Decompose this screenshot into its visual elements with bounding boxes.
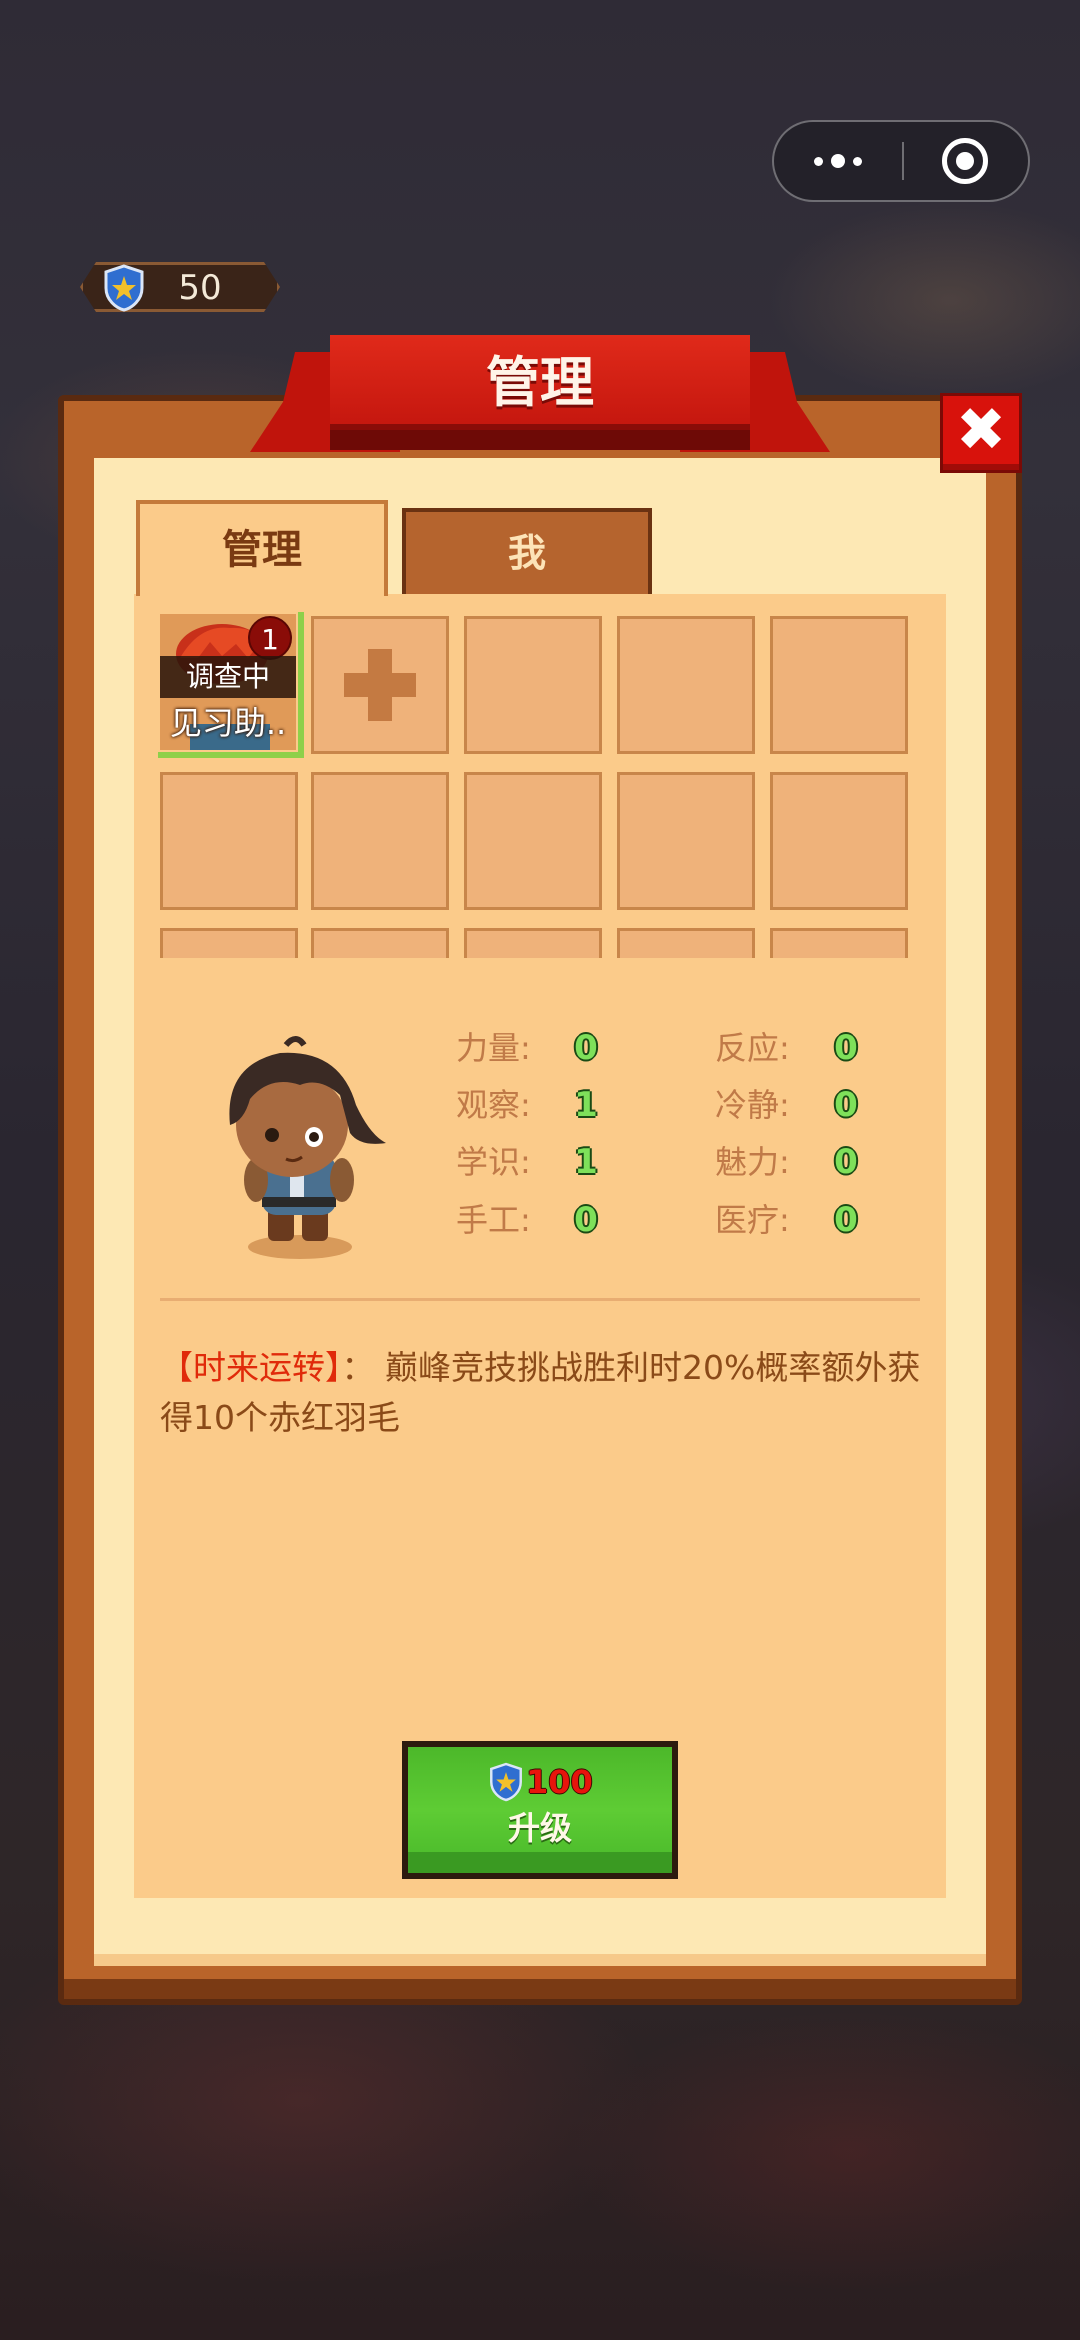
upgrade-label: 升级 (507, 1809, 572, 1847)
stat-value-charm: 0 (834, 1142, 858, 1182)
shield-star-icon (490, 1762, 522, 1802)
empty-slot[interactable] (160, 772, 298, 910)
stat-value-reaction: 0 (834, 1028, 858, 1068)
stat-value-knowledge: 1 (574, 1142, 598, 1182)
close-button[interactable]: ✖ (940, 393, 1022, 473)
more-dots-icon[interactable] (774, 122, 902, 200)
staff-grid: 1 调查中 见习助.. (158, 612, 918, 958)
stat-label-strength: 力量: (456, 1029, 531, 1067)
add-staff-slot[interactable] (311, 616, 449, 754)
empty-slot[interactable] (160, 928, 298, 958)
stat-value-craft: 0 (574, 1200, 598, 1240)
stat-value-medical: 0 (834, 1200, 858, 1240)
count-badge: 1 (248, 616, 292, 660)
stat-label-reaction: 反应: (715, 1029, 790, 1067)
empty-slot[interactable] (770, 772, 908, 910)
skill-name: 【时来运转】 (160, 1348, 342, 1387)
stat-label-charm: 魅力: (715, 1143, 790, 1181)
empty-slot[interactable] (770, 616, 908, 754)
stat-value-observation: 1 (574, 1085, 598, 1125)
stat-label-observation: 观察: (456, 1086, 531, 1124)
plus-icon (344, 649, 416, 721)
status-tag: 调查中 (160, 656, 296, 698)
character-portrait (229, 1036, 386, 1259)
empty-slot[interactable] (770, 928, 908, 958)
empty-slot[interactable] (617, 772, 755, 910)
capsule-divider (902, 142, 904, 180)
close-x-icon: ✖ (955, 395, 1007, 465)
staff-name: 见习助.. (169, 704, 287, 742)
stat-label-medical: 医疗: (715, 1201, 790, 1239)
empty-slot[interactable] (311, 928, 449, 958)
page-title: 管理 (486, 351, 594, 414)
empty-slot[interactable] (464, 616, 602, 754)
miniprogram-capsule (772, 120, 1030, 202)
stat-value-calm: 0 (834, 1085, 858, 1125)
upgrade-button-base (408, 1852, 672, 1873)
skill-description: 【时来运转】： 巅峰竞技挑战胜利时20%概率额外获得10个赤红羽毛 (160, 1343, 930, 1443)
upgrade-cost: 100 (526, 1763, 593, 1801)
empty-slot[interactable] (617, 616, 755, 754)
target-circle-icon[interactable] (942, 138, 988, 184)
empty-slot[interactable] (311, 772, 449, 910)
stat-label-knowledge: 学识: (456, 1143, 531, 1181)
empty-slot[interactable] (464, 928, 602, 958)
empty-slot[interactable] (617, 928, 755, 958)
tab-me[interactable]: 我 (402, 508, 652, 594)
currency-value: 50 (178, 268, 222, 308)
empty-slot[interactable] (464, 772, 602, 910)
shield-star-icon (104, 264, 144, 312)
divider (160, 1298, 920, 1301)
tab-manage[interactable]: 管理 (136, 500, 388, 596)
stat-value-strength: 0 (574, 1028, 598, 1068)
stat-label-craft: 手工: (456, 1201, 531, 1239)
staff-slot-selected[interactable]: 1 调查中 见习助.. (158, 612, 304, 758)
stat-label-calm: 冷静: (715, 1086, 790, 1124)
